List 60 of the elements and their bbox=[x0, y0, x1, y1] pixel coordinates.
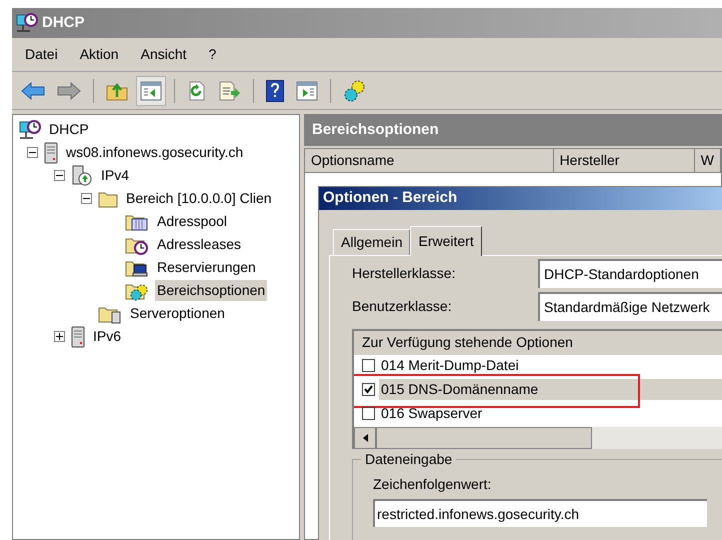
tree-item[interactable]: IPv6 bbox=[91, 326, 124, 347]
dialog-title: Optionen - Bereich bbox=[323, 188, 458, 208]
checkbox[interactable] bbox=[362, 359, 375, 372]
tab[interactable]: Erweitert bbox=[410, 226, 482, 256]
collapse-toggle[interactable] bbox=[81, 193, 92, 204]
option-item[interactable]: 014 Merit-Dump-Datei bbox=[379, 355, 722, 376]
field-label: Benutzerklasse: bbox=[352, 296, 453, 316]
tree-item[interactable]: Adressleases bbox=[155, 234, 244, 255]
string-value-field[interactable]: restricted.infonews.gosecurity.ch bbox=[373, 498, 707, 526]
help-icon bbox=[266, 80, 284, 102]
server-icon bbox=[71, 326, 85, 348]
tree-item[interactable]: Adresspool bbox=[155, 211, 230, 232]
menu-item[interactable]: Aktion bbox=[80, 44, 119, 65]
checkbox[interactable] bbox=[362, 407, 375, 420]
back-arrow-icon bbox=[21, 82, 45, 100]
tree-item[interactable]: IPv4 bbox=[99, 165, 132, 186]
tree-item[interactable]: Bereichsoptionen bbox=[155, 280, 268, 301]
menu-item[interactable]: Ansicht bbox=[140, 44, 187, 65]
checkbox[interactable] bbox=[362, 383, 375, 396]
network-clock-icon bbox=[19, 120, 41, 140]
panel-title: Bereichsoptionen bbox=[312, 120, 439, 140]
window-title: DHCP bbox=[42, 12, 85, 33]
minus-icon bbox=[56, 172, 63, 179]
gears-icon bbox=[343, 80, 367, 102]
collapse-toggle[interactable] bbox=[54, 170, 65, 181]
export-list-icon bbox=[219, 80, 241, 100]
expand-toggle[interactable] bbox=[54, 331, 65, 342]
forward-arrow-icon bbox=[57, 82, 81, 100]
minus-icon bbox=[83, 195, 90, 202]
field-label: Herstellerklasse: bbox=[352, 264, 456, 282]
menu-item[interactable]: Datei bbox=[25, 44, 58, 65]
option-item[interactable]: 015 DNS-Domänenname bbox=[379, 379, 722, 400]
action-pane-icon bbox=[296, 80, 318, 100]
scroll-thumb[interactable] bbox=[376, 426, 592, 448]
tree-item[interactable]: DHCP bbox=[47, 119, 91, 140]
plus-icon bbox=[56, 333, 63, 340]
class-dropdown[interactable]: DHCP-Standardoptionen bbox=[538, 258, 722, 288]
tree-item[interactable]: Serveroptionen bbox=[128, 303, 227, 324]
console-tree-icon bbox=[140, 80, 162, 100]
tree-item[interactable]: Reservierungen bbox=[155, 257, 258, 278]
tree-item[interactable]: Bereich [10.0.0.0] Clien bbox=[124, 188, 274, 209]
server-icon bbox=[44, 142, 58, 164]
field-label: Zeichenfolgenwert: bbox=[373, 474, 492, 494]
collapse-toggle[interactable] bbox=[27, 147, 38, 158]
folder-up-icon bbox=[106, 80, 128, 100]
tab[interactable]: Allgemein bbox=[333, 228, 410, 254]
scroll-left-button[interactable] bbox=[354, 426, 376, 448]
left-arrow-icon bbox=[362, 434, 368, 442]
network-clock-icon bbox=[16, 13, 38, 33]
column-header[interactable]: Hersteller bbox=[554, 149, 695, 173]
option-item[interactable]: 016 Swapserver bbox=[379, 403, 722, 424]
menu-item[interactable]: ? bbox=[208, 44, 216, 65]
class-dropdown[interactable]: Standardmäßige Netzwerk bbox=[538, 292, 722, 320]
list-heading: Zur Verfügung stehende Optionen bbox=[354, 330, 722, 354]
column-header[interactable]: Optionsname bbox=[305, 149, 554, 173]
tree-item[interactable]: ws08.infonews.gosecurity.ch bbox=[64, 142, 246, 163]
column-header[interactable]: W bbox=[694, 149, 721, 173]
server-globe-icon bbox=[71, 164, 93, 186]
minus-icon bbox=[29, 149, 36, 156]
refresh-icon bbox=[187, 80, 207, 100]
